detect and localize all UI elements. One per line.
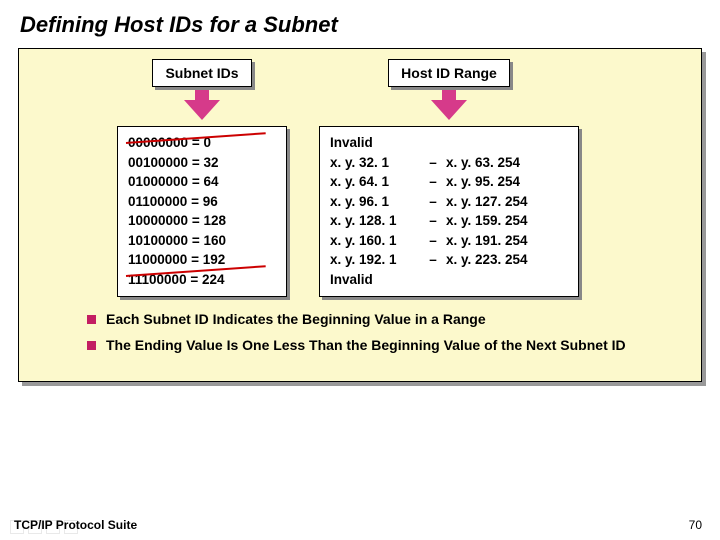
footer-text: TCP/IP Protocol Suite — [14, 518, 137, 532]
subnet-row: 10000000 = 128 — [128, 211, 276, 231]
range-dash: – — [420, 172, 446, 192]
slide-title: Defining Host IDs for a Subnet — [0, 0, 720, 42]
range-dash: – — [420, 231, 446, 251]
range-left: Invalid — [330, 270, 420, 290]
range-right — [446, 270, 568, 290]
range-right: x. y. 223. 254 — [446, 250, 568, 270]
range-header: Host ID Range — [388, 59, 510, 87]
range-row: x. y. 64. 1–x. y. 95. 254 — [330, 172, 568, 192]
range-left: x. y. 160. 1 — [330, 231, 420, 251]
range-row: Invalid — [330, 133, 568, 153]
columns: Subnet IDs 00000000 = 000100000 = 320100… — [47, 59, 673, 297]
page-number: 70 — [689, 518, 702, 532]
range-right: x. y. 95. 254 — [446, 172, 568, 192]
range-left: x. y. 96. 1 — [330, 192, 420, 212]
range-row: Invalid — [330, 270, 568, 290]
range-dash: – — [420, 211, 446, 231]
subnet-row: 01000000 = 64 — [128, 172, 276, 192]
range-column: Host ID Range Invalidx. y. 32. 1–x. y. 6… — [319, 59, 579, 297]
subnet-row: 01100000 = 96 — [128, 192, 276, 212]
subnet-box: 00000000 = 000100000 = 3201000000 = 6401… — [117, 126, 287, 297]
range-row: x. y. 32. 1–x. y. 63. 254 — [330, 153, 568, 173]
range-left: x. y. 64. 1 — [330, 172, 420, 192]
range-right — [446, 133, 568, 153]
range-right: x. y. 63. 254 — [446, 153, 568, 173]
bullet-text: The Ending Value Is One Less Than the Be… — [106, 337, 626, 353]
content-panel: Subnet IDs 00000000 = 000100000 = 320100… — [18, 48, 702, 382]
square-bullet-icon — [87, 341, 96, 350]
range-left: Invalid — [330, 133, 420, 153]
range-row: x. y. 160. 1–x. y. 191. 254 — [330, 231, 568, 251]
list-item: Each Subnet ID Indicates the Beginning V… — [87, 311, 673, 327]
list-item: The Ending Value Is One Less Than the Be… — [87, 337, 673, 353]
arrow-down-icon — [184, 91, 220, 126]
range-left: x. y. 192. 1 — [330, 250, 420, 270]
range-right: x. y. 127. 254 — [446, 192, 568, 212]
range-row: x. y. 192. 1–x. y. 223. 254 — [330, 250, 568, 270]
range-dash: – — [420, 250, 446, 270]
subnet-column: Subnet IDs 00000000 = 000100000 = 320100… — [117, 59, 287, 297]
bullet-list: Each Subnet ID Indicates the Beginning V… — [47, 311, 673, 353]
range-right: x. y. 159. 254 — [446, 211, 568, 231]
range-dash — [420, 133, 446, 153]
bullet-text: Each Subnet ID Indicates the Beginning V… — [106, 311, 486, 327]
range-row: x. y. 96. 1–x. y. 127. 254 — [330, 192, 568, 212]
range-right: x. y. 191. 254 — [446, 231, 568, 251]
subnet-row: 10100000 = 160 — [128, 231, 276, 251]
range-box: Invalidx. y. 32. 1–x. y. 63. 254x. y. 64… — [319, 126, 579, 297]
square-bullet-icon — [87, 315, 96, 324]
arrow-down-icon — [431, 91, 467, 126]
range-dash: – — [420, 153, 446, 173]
range-left: x. y. 128. 1 — [330, 211, 420, 231]
range-dash: – — [420, 192, 446, 212]
subnet-row: 00100000 = 32 — [128, 153, 276, 173]
range-dash — [420, 270, 446, 290]
subnet-header: Subnet IDs — [152, 59, 251, 87]
range-left: x. y. 32. 1 — [330, 153, 420, 173]
range-row: x. y. 128. 1–x. y. 159. 254 — [330, 211, 568, 231]
